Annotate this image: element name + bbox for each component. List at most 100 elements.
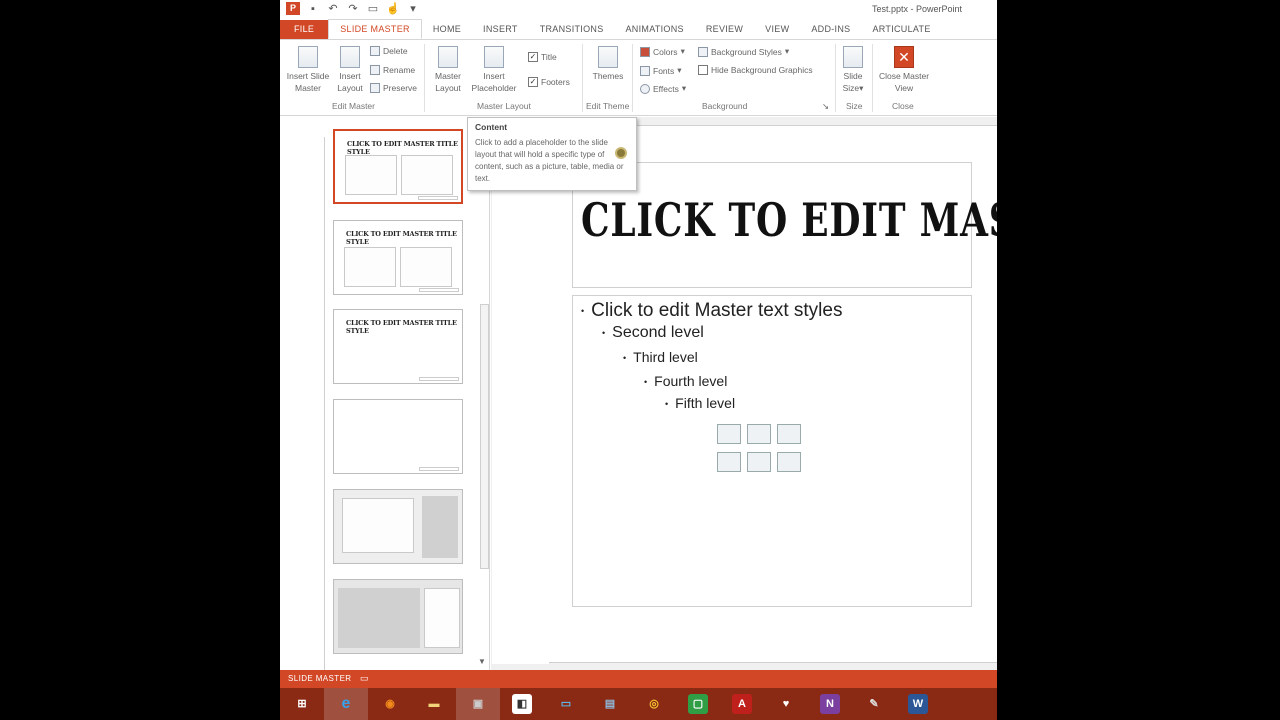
- caption-placeholder: [424, 588, 460, 648]
- slide-size-button[interactable]: Slide Size▾: [838, 46, 868, 94]
- bullet-icon: •: [602, 327, 606, 338]
- content-placeholder[interactable]: • Click to edit Master text styles • Secon…: [572, 295, 972, 607]
- content-placeholder: [344, 247, 396, 287]
- save-icon[interactable]: ▪: [306, 3, 320, 15]
- tab-transitions[interactable]: TRANSITIONS: [529, 20, 615, 39]
- delete-button[interactable]: Delete: [370, 46, 408, 56]
- app-icon-1[interactable]: ▣: [456, 688, 500, 720]
- chrome-icon[interactable]: ◎: [632, 688, 676, 720]
- layout-thumbnail-title-only[interactable]: CLICK TO EDIT MASTER TITLE STYLE: [333, 309, 463, 384]
- tab-insert[interactable]: INSERT: [472, 20, 529, 39]
- preserve-button[interactable]: Preserve: [370, 83, 417, 93]
- checkmark-icon: ✓: [528, 77, 538, 87]
- group-divider: [632, 44, 633, 112]
- firefox-icon[interactable]: ◉: [368, 688, 412, 720]
- background-dialog-launcher-icon[interactable]: ↘: [822, 101, 829, 112]
- slide-thumbnail-pane: CLICK TO EDIT MASTER TITLE STYLE CLICK T…: [280, 117, 490, 677]
- tab-file[interactable]: FILE: [280, 20, 329, 39]
- insert-placeholder-button[interactable]: Insert Placeholder: [466, 46, 522, 94]
- pen-app-icon[interactable]: ✎: [852, 688, 896, 720]
- insert-smartart-icon[interactable]: [777, 424, 801, 444]
- rename-button[interactable]: Rename: [370, 65, 415, 75]
- close-master-view-button[interactable]: ✕ Close Master View: [876, 46, 932, 94]
- notes-icon[interactable]: ▭: [360, 673, 369, 684]
- bullet-icon: •: [581, 305, 585, 316]
- text-level-5: • Fifth level: [665, 395, 736, 411]
- size-group-label: Size: [846, 101, 863, 111]
- insert-layout-button[interactable]: Insert Layout: [335, 46, 365, 94]
- hide-background-graphics-checkbox[interactable]: Hide Background Graphics: [698, 65, 813, 75]
- tooltip-title: Content: [475, 122, 508, 132]
- group-divider: [872, 44, 873, 112]
- insert-slide-master-button[interactable]: Insert Slide Master: [284, 46, 332, 94]
- scroll-down-arrow-icon[interactable]: ▼: [478, 657, 486, 666]
- tab-review[interactable]: REVIEW: [695, 20, 754, 39]
- windows-start-icon[interactable]: ⊞: [280, 688, 324, 720]
- tab-articulate[interactable]: ARTICULATE: [861, 20, 941, 39]
- monitor-icon[interactable]: ▭: [544, 688, 588, 720]
- title-checkbox[interactable]: ✓ Title: [528, 52, 557, 62]
- internet-explorer-icon[interactable]: e: [324, 688, 368, 720]
- master-layout-icon: [438, 46, 458, 68]
- mouse-cursor-icon: [615, 147, 627, 159]
- slide-title: CLICK TO EDIT MAST: [581, 193, 997, 247]
- slide-editing-area: CLICK TO EDIT MAST • Click to edit Master…: [491, 117, 997, 670]
- effects-dropdown[interactable]: Effects ▾: [640, 83, 686, 94]
- colors-dropdown[interactable]: Colors ▾: [640, 46, 685, 57]
- redo-icon[interactable]: ↷: [346, 2, 360, 15]
- camtasia-icon[interactable]: ▢: [676, 688, 720, 720]
- content-placeholder: [342, 498, 414, 553]
- tree-connector: [324, 137, 325, 677]
- content-placeholder: [401, 155, 453, 195]
- fonts-dropdown[interactable]: Fonts ▾: [640, 65, 682, 76]
- placeholder-icon: [484, 46, 504, 68]
- tab-add-ins[interactable]: ADD-INS: [800, 20, 861, 39]
- touch-mode-icon[interactable]: ☝: [386, 2, 400, 15]
- footers-checkbox[interactable]: ✓ Footers: [528, 77, 570, 87]
- file-explorer-icon[interactable]: ▬: [412, 688, 456, 720]
- slide-size-icon: [843, 46, 863, 68]
- thumbnail-scrollbar-thumb[interactable]: [480, 304, 489, 569]
- start-from-beginning-icon[interactable]: ▭: [366, 2, 380, 15]
- acrobat-icon[interactable]: A: [720, 688, 764, 720]
- tab-animations[interactable]: ANIMATIONS: [615, 20, 695, 39]
- tab-view[interactable]: VIEW: [754, 20, 800, 39]
- layout-thumbnail-comparison[interactable]: CLICK TO EDIT MASTER TITLE STYLE: [333, 220, 463, 295]
- colors-icon: [640, 46, 650, 57]
- delete-icon: [370, 46, 380, 56]
- app-icon-2[interactable]: ◧: [500, 688, 544, 720]
- tooltip-body: Click to add a placeholder to the slide …: [475, 138, 624, 183]
- tab-home[interactable]: HOME: [422, 20, 472, 39]
- heart-app-icon[interactable]: ♥: [764, 688, 808, 720]
- themes-button[interactable]: Themes: [588, 46, 628, 82]
- bullet-icon: •: [644, 377, 648, 388]
- layout-thumbnail-two-content[interactable]: CLICK TO EDIT MASTER TITLE STYLE: [333, 129, 463, 204]
- master-layout-button[interactable]: Master Layout: [430, 46, 466, 94]
- bullet-icon: •: [623, 353, 627, 364]
- insert-online-picture-icon[interactable]: [747, 452, 771, 472]
- background-styles-dropdown[interactable]: Background Styles ▾: [698, 46, 789, 57]
- layout-thumbnail-blank[interactable]: [333, 399, 463, 474]
- layout-thumbnail-picture-with-caption[interactable]: [333, 579, 463, 654]
- layout-thumbnail-content-with-caption[interactable]: [333, 489, 463, 564]
- powerpoint-app-icon[interactable]: P: [286, 2, 300, 15]
- group-divider: [424, 44, 425, 112]
- word-icon[interactable]: W: [896, 688, 940, 720]
- themes-icon: [598, 46, 618, 68]
- insert-video-icon[interactable]: [777, 452, 801, 472]
- status-view-label: SLIDE MASTER: [288, 674, 352, 683]
- customize-icon[interactable]: ▾: [406, 2, 420, 15]
- insert-table-icon[interactable]: [717, 424, 741, 444]
- remote-desktop-icon[interactable]: ▤: [588, 688, 632, 720]
- tab-slide-master[interactable]: SLIDE MASTER: [328, 19, 422, 39]
- window-title: Test.pptx - PowerPoint: [872, 4, 963, 14]
- background-group-label: Background: [702, 101, 748, 111]
- quick-access-toolbar: P ▪ ↶ ↷ ▭ ☝ ▾: [286, 2, 420, 15]
- onenote-icon[interactable]: N: [808, 688, 852, 720]
- insert-picture-icon[interactable]: [717, 452, 741, 472]
- undo-icon[interactable]: ↶: [326, 2, 340, 15]
- insert-chart-icon[interactable]: [747, 424, 771, 444]
- close-icon: ✕: [894, 46, 914, 68]
- group-divider: [582, 44, 583, 112]
- windows-taskbar: ⊞ e ◉ ▬ ▣ ◧ ▭ ▤ ◎ ▢ A ♥ N ✎ W: [280, 688, 997, 720]
